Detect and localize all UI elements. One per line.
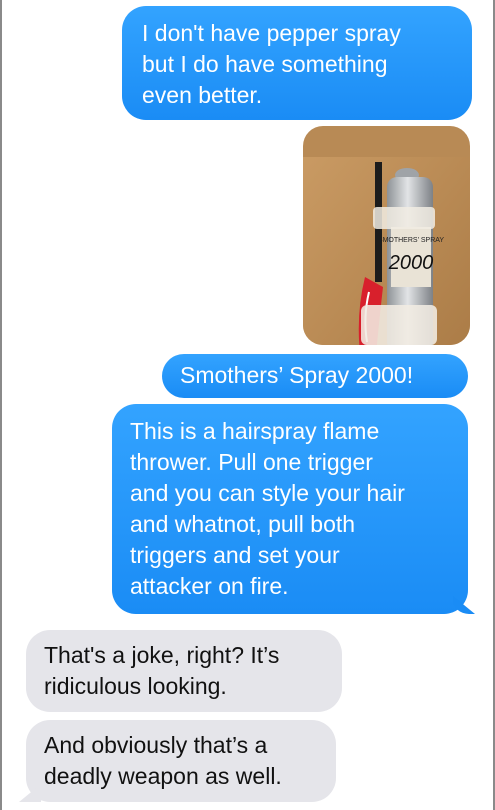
received-message-bubble[interactable]: That's a joke, right? It’s ridiculous lo… [26, 630, 342, 712]
window-left-border [0, 0, 2, 810]
label-number-text: 2000 [388, 252, 434, 274]
tape-wrap-upper [373, 207, 435, 229]
sent-photo-attachment[interactable]: SMOTHERS' SPRAY 2000 [303, 126, 470, 345]
sent-message-bubble[interactable]: This is a hairspray flame thrower. Pull … [112, 404, 468, 614]
label-brand-text: SMOTHERS' SPRAY [378, 237, 444, 244]
hairspray-flamethrower-photo: SMOTHERS' SPRAY 2000 [303, 157, 470, 345]
received-message-bubble[interactable]: And obviously that’s a deadly weapon as … [26, 720, 336, 802]
tape-wrap-lower [361, 305, 437, 345]
sent-message-bubble[interactable]: I don't have pepper spray but I do have … [122, 6, 472, 120]
sent-message-bubble[interactable]: Smothers’ Spray 2000! [162, 354, 468, 398]
